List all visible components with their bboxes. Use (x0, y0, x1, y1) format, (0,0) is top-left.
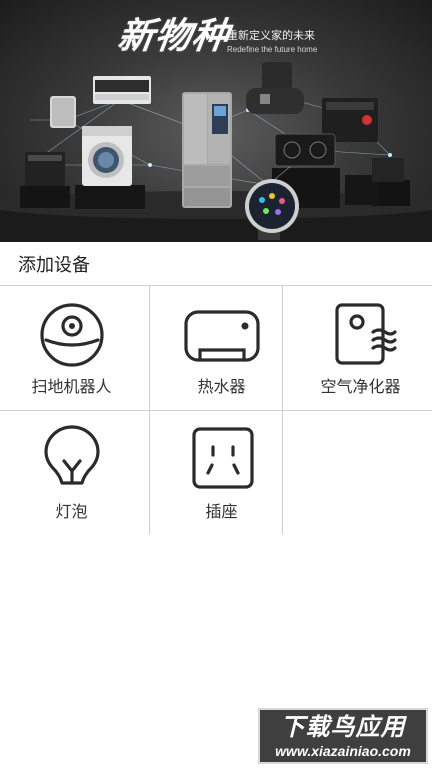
device-label: 插座 (205, 504, 238, 521)
app-root: 新物种 重新定义家的未来 Redefine the future home 添加… (0, 0, 432, 768)
watermark-text: 下载鸟应用 (280, 714, 406, 741)
air-purifier-icon (321, 300, 401, 370)
device-air-purifier[interactable]: 空气净化器 (289, 286, 432, 410)
promo-banner[interactable]: 新物种 重新定义家的未来 Redefine the future home (0, 0, 432, 242)
banner-subtitle-en: Redefine the future home (227, 45, 318, 54)
device-light-bulb[interactable]: 灯泡 (0, 411, 143, 535)
banner-subtitle-cn: 重新定义家的未来 (227, 30, 315, 42)
device-robot-vacuum[interactable]: 扫地机器人 (0, 286, 143, 410)
watermark-url: www.xiazainiao.com (275, 743, 411, 759)
device-label: 空气净化器 (320, 379, 401, 396)
watermark-logo: 下载鸟应用 www.xiazainiao.com (258, 708, 428, 764)
device-label: 灯泡 (55, 504, 88, 521)
section-title: 添加设备 (18, 255, 90, 275)
robot-vacuum-icon (32, 300, 112, 370)
grid-divider (0, 410, 432, 411)
light-bulb-icon (32, 425, 112, 495)
water-heater-icon (182, 300, 262, 370)
power-socket-icon (182, 425, 262, 495)
device-label: 热水器 (197, 379, 246, 396)
device-power-socket[interactable]: 插座 (150, 411, 293, 535)
device-water-heater[interactable]: 热水器 (150, 286, 293, 410)
device-grid: 扫地机器人 热水器 空气净化器 灯泡 插座 (0, 286, 432, 535)
banner-title: 新物种 (115, 15, 232, 57)
device-label: 扫地机器人 (31, 379, 112, 396)
